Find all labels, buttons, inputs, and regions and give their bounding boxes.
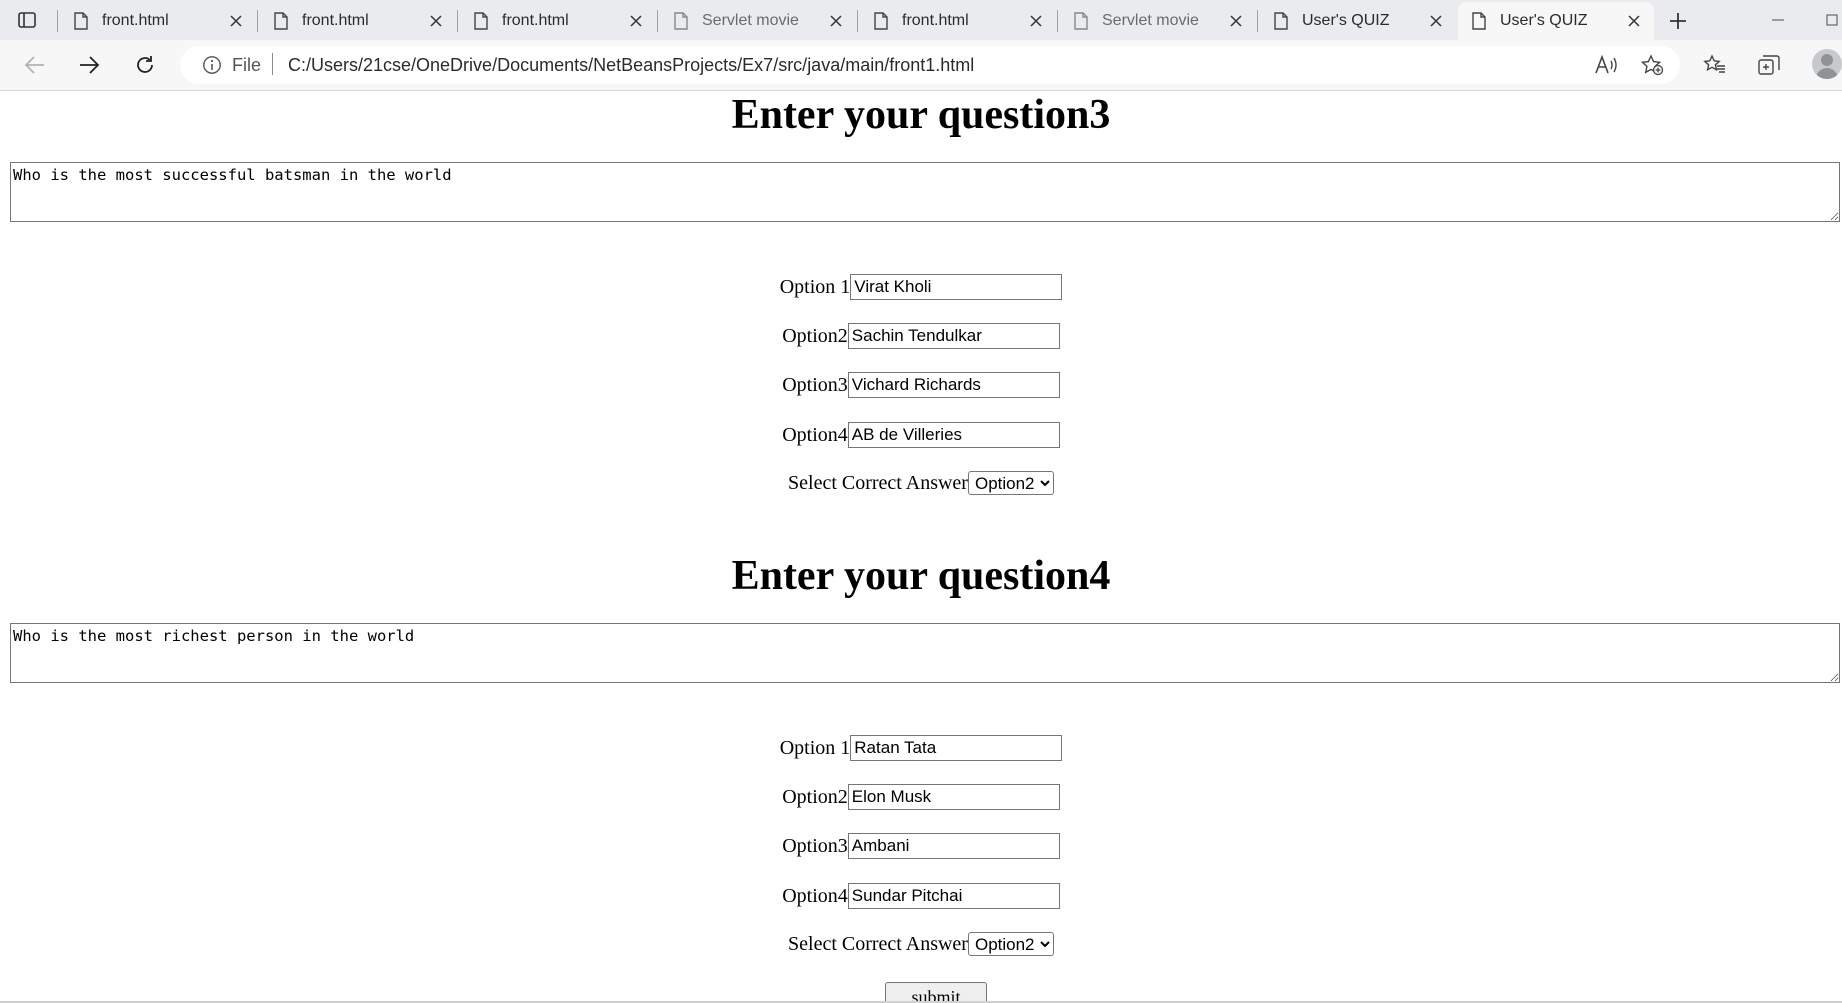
- tab-4[interactable]: Servlet movie: [660, 2, 856, 40]
- close-icon[interactable]: [826, 11, 846, 31]
- url-divider: [272, 53, 273, 75]
- document-icon: [274, 12, 288, 35]
- question-heading: Enter your question4: [731, 553, 1111, 599]
- url-text[interactable]: C:/Users/21cse/OneDrive/Documents/NetBea…: [288, 55, 974, 76]
- document-icon: [1074, 12, 1088, 35]
- avatar-head: [1821, 54, 1833, 66]
- close-icon[interactable]: [1624, 11, 1644, 31]
- document-icon: [1472, 12, 1486, 35]
- answer-label: Select Correct Answer: [788, 932, 968, 955]
- option-4-input[interactable]: [847, 883, 1060, 909]
- tab-label: front.html: [102, 12, 169, 29]
- option-label: Option4: [782, 884, 848, 907]
- option-2-input[interactable]: [847, 323, 1060, 349]
- tab-label: User's QUIZ: [1500, 12, 1588, 29]
- address-toolbar: File C:/Users/21cse/OneDrive/Documents/N…: [0, 40, 1842, 91]
- document-icon: [874, 12, 888, 35]
- option-3-input[interactable]: [847, 833, 1060, 859]
- option-label: Option 1: [779, 736, 851, 759]
- profile-avatar[interactable]: [1812, 49, 1842, 79]
- tab-separator: [257, 10, 258, 32]
- correct-answer-select[interactable]: Option2: [967, 932, 1054, 956]
- address-bar[interactable]: File C:/Users/21cse/OneDrive/Documents/N…: [180, 46, 1680, 84]
- option-row-4: Option4: [0, 422, 1842, 448]
- tab-7[interactable]: User's QUIZ: [1260, 2, 1456, 40]
- question-text-input[interactable]: Who is the most richest person in the wo…: [10, 623, 1840, 683]
- option-label: Option4: [782, 423, 848, 446]
- answer-row: Select Correct Answer Option2: [0, 932, 1842, 956]
- option-label: Option2: [782, 785, 848, 808]
- option-row-2: Option2: [0, 323, 1842, 349]
- url-scheme-label: File: [232, 55, 262, 75]
- option-label: Option3: [782, 834, 848, 857]
- tab-8-active[interactable]: User's QUIZ: [1458, 2, 1654, 40]
- avatar-body: [1816, 68, 1838, 79]
- info-icon[interactable]: [202, 55, 222, 80]
- tab-6[interactable]: Servlet movie: [1060, 2, 1256, 40]
- option-label: Option 1: [779, 275, 851, 298]
- answer-row: Select Correct Answer Option2: [0, 471, 1842, 495]
- tab-separator: [657, 10, 658, 32]
- close-icon[interactable]: [1026, 11, 1046, 31]
- option-row-1: Option 1: [0, 735, 1842, 761]
- option-row-3: Option3: [0, 833, 1842, 859]
- tab-actions-icon[interactable]: [15, 10, 39, 30]
- option-1-input[interactable]: [850, 274, 1063, 300]
- tab-separator: [457, 10, 458, 32]
- close-icon[interactable]: [426, 11, 446, 31]
- tab-label: Servlet movie: [702, 12, 799, 29]
- minimize-icon[interactable]: [1768, 8, 1788, 32]
- option-label: Option2: [782, 324, 848, 347]
- read-aloud-icon[interactable]: [1590, 50, 1622, 80]
- tab-label: front.html: [902, 12, 969, 29]
- tab-label: Servlet movie: [1102, 12, 1199, 29]
- maximize-icon[interactable]: [1822, 8, 1842, 32]
- close-icon[interactable]: [1426, 11, 1446, 31]
- document-icon: [1274, 12, 1288, 35]
- option-row-3: Option3: [0, 372, 1842, 398]
- option-row-4: Option4: [0, 883, 1842, 909]
- tab-separator: [1257, 10, 1258, 32]
- back-arrow-icon[interactable]: [19, 50, 51, 80]
- close-icon[interactable]: [626, 11, 646, 31]
- collections-icon[interactable]: [1753, 50, 1785, 80]
- tab-label: front.html: [302, 12, 369, 29]
- tab-label: User's QUIZ: [1302, 12, 1390, 29]
- correct-answer-select[interactable]: Option2: [967, 471, 1054, 495]
- refresh-icon[interactable]: [129, 50, 161, 80]
- tab-separator: [1057, 10, 1058, 32]
- tab-3[interactable]: front.html: [460, 2, 656, 40]
- page-content: Enter your question3 Who is the most suc…: [0, 91, 1842, 1003]
- option-4-input[interactable]: [847, 422, 1060, 448]
- option-row-1: Option 1: [0, 274, 1842, 300]
- document-icon: [674, 12, 688, 35]
- submit-button[interactable]: submit: [885, 982, 987, 1003]
- tab-5[interactable]: front.html: [860, 2, 1056, 40]
- favorites-icon[interactable]: [1699, 50, 1731, 80]
- close-icon[interactable]: [1226, 11, 1246, 31]
- tab-separator: [857, 10, 858, 32]
- tab-separator: [57, 10, 58, 32]
- close-icon[interactable]: [226, 11, 246, 31]
- tab-label: front.html: [502, 12, 569, 29]
- option-label: Option3: [782, 373, 848, 396]
- forward-arrow-icon[interactable]: [73, 50, 105, 80]
- tab-1[interactable]: front.html: [60, 2, 256, 40]
- option-row-2: Option2: [0, 784, 1842, 810]
- question-heading: Enter your question3: [731, 92, 1111, 138]
- tab-strip: front.html front.html front.html Servlet…: [0, 0, 1842, 40]
- add-favorite-icon[interactable]: [1636, 50, 1668, 80]
- tab-2[interactable]: front.html: [260, 2, 456, 40]
- document-icon: [474, 12, 488, 35]
- answer-label: Select Correct Answer: [788, 471, 968, 494]
- document-icon: [74, 12, 88, 35]
- option-1-input[interactable]: [850, 735, 1063, 761]
- option-2-input[interactable]: [847, 784, 1060, 810]
- option-3-input[interactable]: [847, 372, 1060, 398]
- plus-icon[interactable]: [1665, 8, 1691, 34]
- question-text-input[interactable]: Who is the most successful batsman in th…: [10, 162, 1840, 222]
